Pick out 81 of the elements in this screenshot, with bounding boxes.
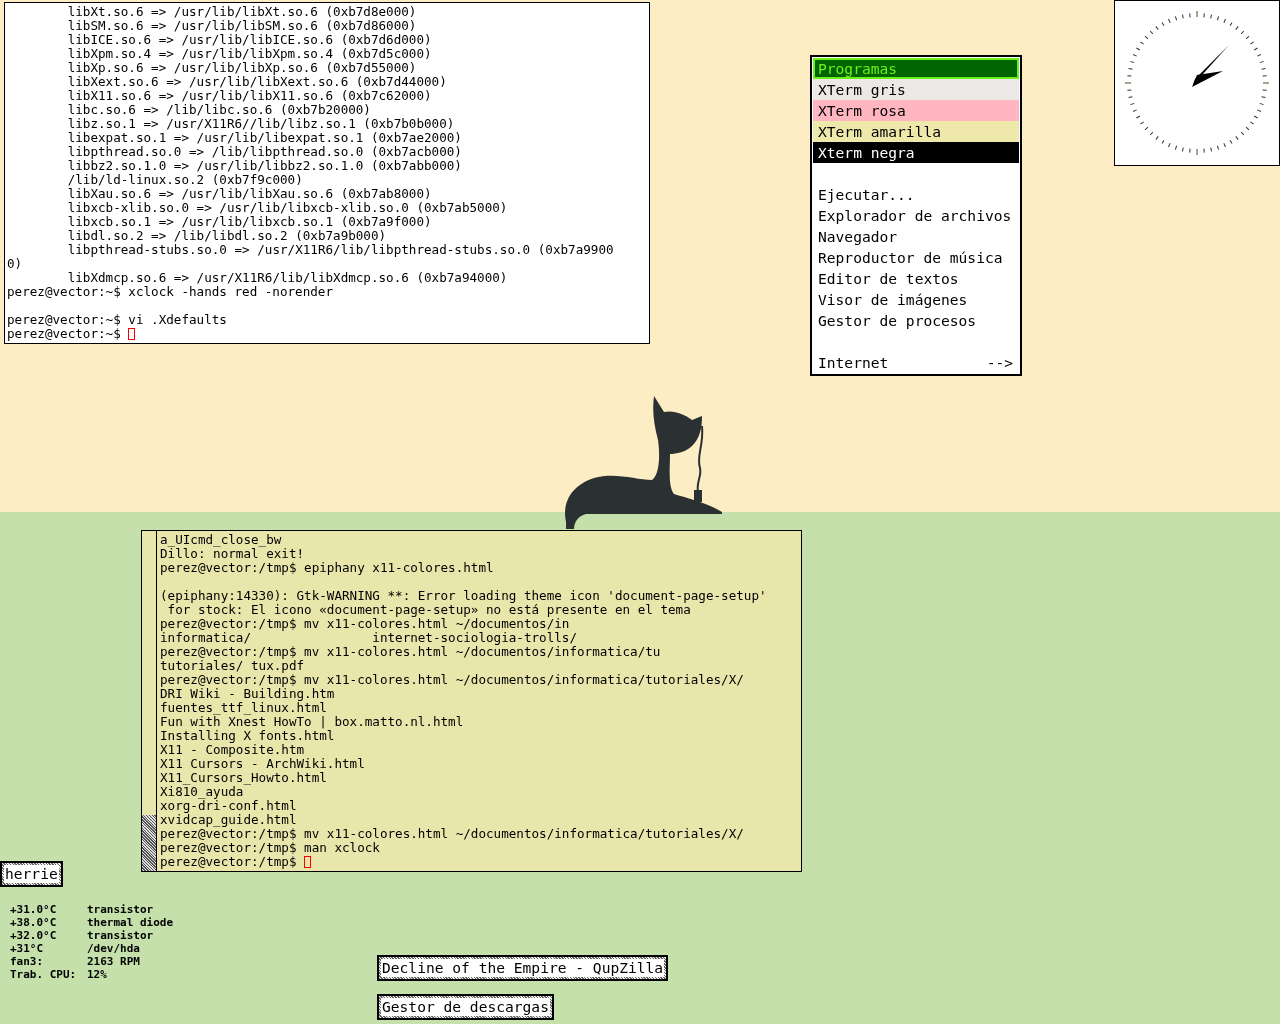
menu-item[interactable]: XTerm amarilla (813, 121, 1019, 142)
menu-item[interactable]: Navegador (813, 226, 1019, 247)
terminal-line: DRI Wiki - Building.htm (160, 687, 335, 701)
terminal-line: perez@vector:/tmp$ mv x11-colores.html ~/documentos/informatica/tu (160, 645, 661, 659)
menu-item[interactable]: Xterm negra (813, 142, 1019, 163)
terminal-line: libexpat.so.1 => /usr/lib/libexpat.so.1 (0xb7ae2000) (66, 131, 462, 145)
terminal-line: perez@vector:/tmp$ man xclock (160, 841, 380, 855)
terminal-line: tutoriales/ tux.pdf (160, 659, 305, 673)
terminal-line: libXpm.so.4 => /usr/lib/libXpm.so.4 (0xb7d5c000) (66, 47, 432, 61)
terminal-line: libXp.so.6 => /usr/lib/libXp.so.6 (0xb7d55000) (66, 61, 417, 75)
terminal-line: (epiphany:14330): Gtk-WARNING **: Error loading theme icon 'document-page-setup' (160, 589, 767, 603)
terminal-line: Fun with Xnest HowTo | box.matto.nl.html (160, 715, 464, 729)
terminal-line: xvidcap_guide.html (160, 813, 297, 827)
sensor-label: 2163 RPM (87, 955, 140, 968)
terminal-line: libXdmcp.so.6 => /usr/X11R6/lib/libXdmcp.so.6 (0xb7a94000) (66, 271, 508, 285)
terminal-line: libXext.so.6 => /usr/lib/libXext.so.6 (0xb7d44000) (66, 75, 447, 89)
sensor-value: Trab. CPU: (10, 968, 78, 981)
terminal-line: X11 - Composite.htm (160, 743, 305, 757)
iconified-window[interactable]: Gestor de descargas (377, 994, 554, 1020)
terminal-line: libXt.so.6 => /usr/lib/libXt.so.6 (0xb7d8e000) (66, 5, 417, 19)
terminal-line: X11_Cursors_Howto.html (160, 771, 327, 785)
terminal-line: libxcb-xlib.so.0 => /usr/lib/libxcb-xlib.so.0 (0xb7ab5000) (66, 201, 508, 215)
sensor-label: 12% (87, 968, 107, 981)
terminal-line: a_UIcmd_close_bw (160, 533, 282, 547)
sensor-value: +31.0°C (10, 903, 58, 916)
submenu-arrow: --> (986, 353, 1013, 373)
terminal-line: perez@vector:/tmp$ epiphany x11-colores.html (160, 561, 494, 575)
terminal-line: libSM.so.6 => /usr/lib/libSM.so.6 (0xb7d86000) (66, 19, 417, 33)
menu-title: Programas (813, 58, 1019, 79)
terminal-line: informatica/ internet-sociologia-trolls/ (160, 631, 577, 645)
terminal-line: libz.so.1 => /usr/X11R6//lib/libz.so.1 (0xb7b0b000) (66, 117, 455, 131)
terminal-line: libbz2.so.1.0 => /usr/lib/libbz2.so.1.0 (0xb7abb000) (66, 159, 462, 173)
sensor-value: +38.0°C (10, 916, 58, 929)
scrollbar[interactable] (142, 531, 157, 871)
terminal-line: for stock: El icono «document-page-setup» no está presente en el tema (167, 603, 691, 617)
sensor-label: /dev/hda (87, 942, 140, 955)
terminal-line: Xi810_ayuda (160, 785, 244, 799)
terminal-line: libXau.so.6 => /usr/lib/libXau.so.6 (0xb7ab8000) (66, 187, 432, 201)
sensor-label: transistor (87, 929, 154, 942)
terminal-line: libX11.so.6 => /usr/lib/libX11.so.6 (0xb7c62000) (66, 89, 432, 103)
terminal-line: 0) (7, 257, 23, 271)
icon-label[interactable]: herrie (0, 861, 63, 887)
terminal-line: xorg-dri-conf.html (160, 799, 297, 813)
cursor-icon (128, 328, 136, 340)
menu-item[interactable]: Editor de textos (813, 268, 1019, 289)
menu-item[interactable]: Visor de imágenes (813, 289, 1019, 310)
terminal-line: fuentes_ttf_linux.html (160, 701, 327, 715)
sensor-value: fan3: (10, 955, 45, 968)
terminal-line: libc.so.6 => /lib/libc.so.6 (0xb7b20000) (66, 103, 371, 117)
terminal-line: libdl.so.2 => /lib/libdl.so.2 (0xb7a9b000) (66, 229, 387, 243)
menu-item-label: Internet (818, 353, 889, 373)
menu-item[interactable]: XTerm gris (813, 79, 1019, 100)
menu-item[interactable]: Explorador de archivos (813, 205, 1019, 226)
cursor-icon (304, 856, 312, 868)
menu-item[interactable]: XTerm rosa (813, 100, 1019, 121)
terminal-line: libpthread-stubs.so.0 => /usr/X11R6/lib/libpthread-stubs.so.0 (0xb7a9900 (66, 243, 614, 257)
sensor-label: thermal diode (87, 916, 174, 929)
terminal-line: X11 Cursors - ArchWiki.html (160, 757, 365, 771)
terminal-prompt: perez@vector:~$ (7, 327, 122, 341)
terminal-window[interactable] (4, 2, 650, 344)
sensor-value: +32.0°C (10, 929, 58, 942)
sensor-label: transistor (87, 903, 154, 916)
terminal-line: libpthread.so.0 => /lib/libpthread.so.0 (0xb7acb000) (66, 145, 462, 159)
terminal-line: perez@vector:~$ vi .Xdefaults (7, 313, 227, 327)
submenu-item[interactable]: Internet --> (813, 352, 1019, 373)
terminal-line: perez@vector:~$ xclock -hands red -norender (7, 285, 334, 299)
menu-item[interactable]: Gestor de procesos (813, 310, 1019, 331)
terminal-line: Dillo: normal exit! (160, 547, 305, 561)
sensor-value: +31°C (10, 942, 45, 955)
terminal-line: Installing X fonts.html (160, 729, 335, 743)
menu-item[interactable]: Reproductor de música (813, 247, 1019, 268)
terminal-line: /lib/ld-linux.so.2 (0xb7f9c000) (66, 173, 303, 187)
menu-item[interactable]: Ejecutar... (813, 184, 1019, 205)
terminal-window[interactable] (141, 530, 802, 872)
terminal-line: libxcb.so.1 => /usr/lib/libxcb.so.1 (0xb7a9f000) (66, 215, 432, 229)
terminal-line: perez@vector:/tmp$ mv x11-colores.html ~/documentos/informatica/tutoriales/X/ (160, 827, 744, 841)
iconified-window[interactable]: Decline of the Empire - QupZilla (377, 955, 669, 981)
terminal-line: perez@vector:/tmp$ mv x11-colores.html ~/documentos/in (160, 617, 570, 631)
terminal-line: perez@vector:/tmp$ mv x11-colores.html ~/documentos/informatica/tutoriales/X/ (160, 673, 744, 687)
terminal-prompt: perez@vector:/tmp$ (160, 855, 298, 869)
terminal-line: libICE.so.6 => /usr/lib/libICE.so.6 (0xb7d6d000) (66, 33, 432, 47)
